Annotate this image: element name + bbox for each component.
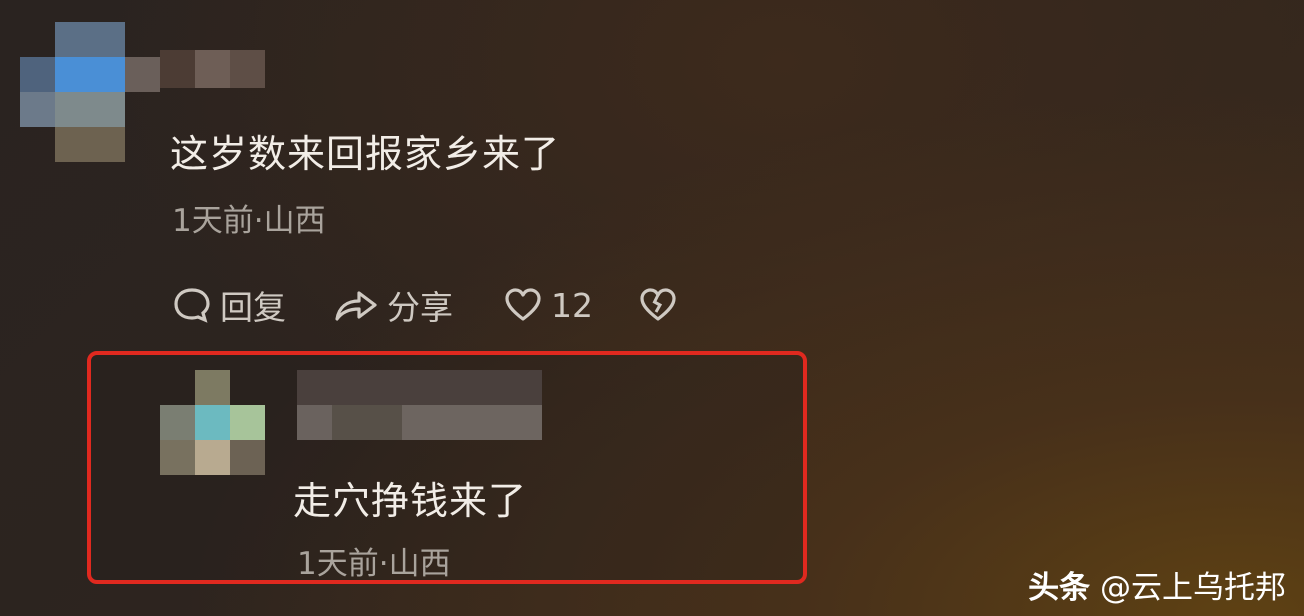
- watermark-platform: 头条: [1028, 570, 1091, 606]
- share-label: 分享: [387, 288, 453, 327]
- commenter-avatar[interactable]: [20, 22, 160, 162]
- reply-avatar[interactable]: [160, 370, 265, 475]
- share-button[interactable]: 分享: [333, 282, 453, 328]
- broken-heart-icon: [638, 285, 678, 325]
- watermark: 头条 @云上乌托邦: [1028, 562, 1286, 607]
- share-arrow-icon: [333, 285, 379, 325]
- watermark-author: @云上乌托邦: [1100, 570, 1286, 606]
- comment-text: 这岁数来回报家乡来了: [170, 132, 561, 176]
- reply-text: 走穴挣钱来了: [293, 479, 528, 523]
- reply-button[interactable]: 回复: [172, 282, 286, 328]
- commenter-name[interactable]: [160, 50, 265, 88]
- reply-label: 回复: [220, 288, 286, 327]
- dislike-button[interactable]: [638, 282, 678, 328]
- reply-meta: 1天前·山西: [297, 546, 451, 582]
- like-button[interactable]: 12: [503, 282, 593, 328]
- comment-bubble-icon: [172, 285, 212, 325]
- like-count: 12: [551, 285, 593, 325]
- heart-icon: [503, 285, 543, 325]
- reply-username[interactable]: [297, 370, 547, 440]
- comment-meta: 1天前·山西: [172, 203, 326, 239]
